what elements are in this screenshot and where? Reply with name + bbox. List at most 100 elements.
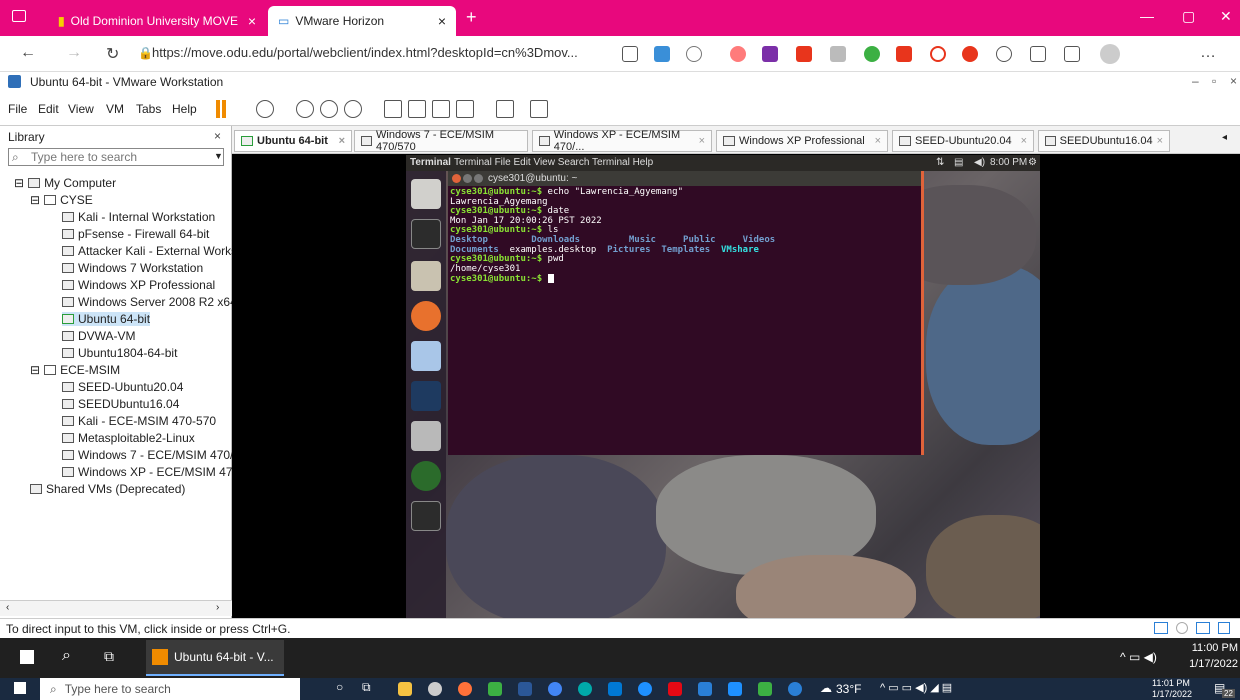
tree-vm[interactable]: Windows 7 Workstation <box>62 261 203 275</box>
close-icon[interactable]: × <box>339 135 345 147</box>
settings-icon[interactable] <box>428 682 442 696</box>
word-icon[interactable] <box>518 682 532 696</box>
device-icon[interactable] <box>1154 622 1168 634</box>
restore-icon[interactable]: ▫ <box>1212 74 1216 88</box>
snapshot-icon[interactable] <box>296 100 314 118</box>
settings-gear-icon[interactable]: ⚙ <box>1028 155 1037 171</box>
browser-tab-horizon[interactable]: ▭ VMware Horizon × <box>268 6 456 36</box>
tree-vm[interactable]: pFsense - Firewall 64-bit <box>62 227 209 241</box>
clock-time[interactable]: 11:01 PM <box>1152 678 1190 688</box>
close-icon[interactable]: × <box>248 13 256 29</box>
app-icon[interactable] <box>728 682 742 696</box>
browser-tab-odu[interactable]: ▮ Old Dominion University MOVE × <box>48 6 266 36</box>
menu-edit[interactable]: Edit <box>38 102 59 116</box>
tree-vm[interactable]: Windows Server 2008 R2 x64 <box>62 295 237 309</box>
tree-folder-cyse[interactable]: ⊟ CYSE <box>30 193 93 207</box>
library-scrollbar[interactable]: ‹ › <box>0 600 232 616</box>
tree-vm[interactable]: DVWA-VM <box>62 329 136 343</box>
thumbnail-view-icon[interactable] <box>408 100 426 118</box>
more-icon[interactable]: … <box>1200 44 1216 62</box>
app-icon[interactable] <box>758 682 772 696</box>
tree-vm[interactable]: Kali - ECE-MSIM 470-570 <box>62 414 216 428</box>
app-icon[interactable] <box>698 682 712 696</box>
menu-tabs[interactable]: Tabs <box>136 102 161 116</box>
help-icon[interactable] <box>788 682 802 696</box>
weather-icon[interactable]: ☁ <box>820 681 832 695</box>
network-adapter-icon[interactable] <box>1196 622 1210 634</box>
fullscreen-icon[interactable] <box>432 100 450 118</box>
task-view-icon[interactable]: ⧉ <box>362 680 371 695</box>
minimize-icon[interactable] <box>463 174 472 183</box>
clock[interactable]: 8:00 PM <box>990 155 1027 171</box>
new-tab-button[interactable]: + <box>466 7 477 28</box>
app-icon[interactable] <box>638 682 652 696</box>
windows-start-icon[interactable] <box>20 650 34 664</box>
tree-vm[interactable]: Attacker Kali - External Works <box>62 244 237 258</box>
vm-tab[interactable]: SEED-Ubuntu20.04 × <box>892 130 1034 152</box>
extension-icon[interactable] <box>996 46 1012 62</box>
menu-view[interactable]: View <box>68 102 94 116</box>
task-view-icon[interactable]: ⧉ <box>104 648 114 665</box>
app-icon[interactable] <box>488 682 502 696</box>
tree-vm[interactable]: Ubuntu1804-64-bit <box>62 346 177 360</box>
tab-actions-icon[interactable] <box>12 10 26 22</box>
console-icon[interactable] <box>496 100 514 118</box>
firefox-icon[interactable] <box>458 682 472 696</box>
tree-vm[interactable]: Windows XP Professional <box>62 278 215 292</box>
forward-icon[interactable]: → <box>66 44 82 62</box>
close-icon[interactable]: × <box>1157 135 1163 147</box>
favorite-icon[interactable] <box>686 46 702 62</box>
ubuntu-dash-icon[interactable] <box>411 179 441 209</box>
file-explorer-icon[interactable] <box>398 682 412 696</box>
tree-vm[interactable]: Windows 7 - ECE/MSIM 470/5 <box>62 448 240 462</box>
extension-icon[interactable] <box>762 46 778 62</box>
tree-shared-vms[interactable]: Shared VMs (Deprecated) <box>30 482 185 496</box>
clock-time[interactable]: 11:00 PM <box>1188 642 1238 654</box>
maximize-icon[interactable]: ▢ <box>1182 8 1195 25</box>
extension-icon[interactable] <box>830 46 846 62</box>
extension-icon[interactable] <box>864 46 880 62</box>
extension-icon[interactable] <box>730 46 746 62</box>
pause-icon[interactable] <box>216 100 220 118</box>
back-icon[interactable]: ← <box>20 44 36 62</box>
photos-icon[interactable] <box>608 682 622 696</box>
extension-icon[interactable] <box>896 46 912 62</box>
close-icon[interactable]: × <box>1230 74 1237 88</box>
terminal-icon[interactable] <box>411 501 441 531</box>
network-icon[interactable]: ⇅ <box>936 155 944 171</box>
keyboard-icon[interactable]: ▤ <box>954 155 963 171</box>
close-icon[interactable]: × <box>1021 135 1027 147</box>
wireshark-icon[interactable] <box>411 381 441 411</box>
menu-help[interactable]: Help <box>172 102 197 116</box>
tree-vm-selected[interactable]: Ubuntu 64-bit <box>62 312 151 326</box>
scroll-left-icon[interactable]: ‹ <box>6 602 9 613</box>
stretch-icon[interactable] <box>530 100 548 118</box>
library-search-input[interactable]: Type here to search <box>8 148 224 166</box>
cd-icon[interactable] <box>1176 622 1188 634</box>
minimize-icon[interactable]: — <box>1140 8 1154 24</box>
tree-vm[interactable]: Metasploitable2-Linux <box>62 431 195 445</box>
vm-tab[interactable]: Windows 7 - ECE/MSIM 470/570 <box>354 129 528 153</box>
minimize-icon[interactable]: – <box>1192 74 1199 88</box>
vm-tab[interactable]: Windows XP - ECE/MSIM 470/... × <box>532 129 712 153</box>
windows-start-icon[interactable] <box>14 682 26 694</box>
vm-tab-ubuntu[interactable]: Ubuntu 64-bit × <box>234 130 352 152</box>
software-updater-icon[interactable] <box>411 461 441 491</box>
tree-vm[interactable]: Kali - Internal Workstation <box>62 210 215 224</box>
url-field[interactable]: https://move.odu.edu/portal/webclient/in… <box>152 45 612 65</box>
tree-my-computer[interactable]: ⊟ My Computer <box>14 176 116 190</box>
page-icon[interactable] <box>622 46 638 62</box>
extension-icon[interactable] <box>962 46 978 62</box>
revert-snapshot-icon[interactable] <box>320 100 338 118</box>
close-window-icon[interactable]: ✕ <box>1220 8 1232 25</box>
library-view-icon[interactable] <box>384 100 402 118</box>
refresh-icon[interactable]: ↻ <box>106 44 119 64</box>
collapse-icon[interactable]: ⊟ <box>14 176 24 190</box>
collections-icon[interactable] <box>654 46 670 62</box>
ubuntu-desktop[interactable]: Terminal Terminal File Edit View Search … <box>406 155 1040 618</box>
menu-vm[interactable]: VM <box>106 102 124 116</box>
eye-of-gnome-icon[interactable] <box>411 341 441 371</box>
vm-tab[interactable]: SEEDUbuntu16.04 × <box>1038 130 1170 152</box>
system-tools-icon[interactable] <box>411 421 441 451</box>
close-icon[interactable]: × <box>699 135 705 147</box>
